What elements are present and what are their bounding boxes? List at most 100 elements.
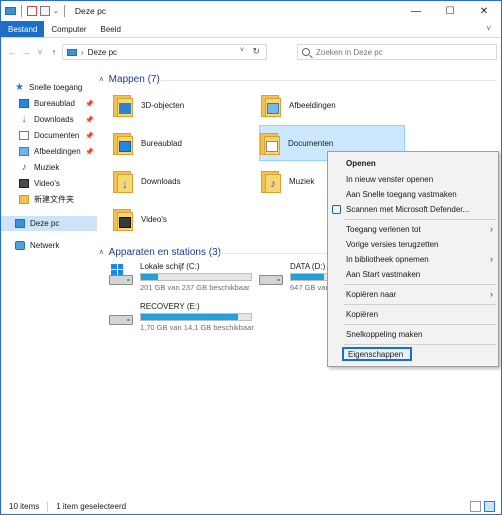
expand-ribbon-icon[interactable]: ˅ [486,24,491,33]
menu-item-label: Aan Snelle toegang vastmaken [346,189,457,199]
breadcrumb-chevron-icon[interactable]: › [81,48,84,57]
menu-item-label: Openen [346,158,376,168]
sidebar-item-new-folder[interactable]: 新建文件夹 [1,192,97,207]
up-button[interactable]: ↑ [47,47,61,57]
folder-downloads[interactable]: ↓ Downloads [113,163,253,199]
back-button[interactable]: ← [5,47,19,57]
defender-shield-icon [332,204,341,214]
breadcrumb-this-pc[interactable]: Deze pc [88,48,117,57]
menu-item-label: Kopiëren naar [346,289,397,299]
drive-free-space: 647 GB van [290,283,329,292]
folder-label: 3D-objecten [141,100,185,110]
status-bar: 10 items 1 item geselecteerd [1,498,501,514]
collapse-chevron-icon[interactable]: ˄ [99,248,104,257]
music-folder-icon: ♪ [261,168,283,194]
folder-desktop[interactable]: Bureaublad [113,125,253,161]
drive-icon [259,271,283,287]
menu-item-label: In bibliotheek opnemen [346,254,429,264]
view-switcher [470,501,495,512]
address-dropdown-icon[interactable]: ˅ [240,47,244,54]
folder-videos[interactable]: Video's [113,201,253,237]
this-pc-icon [5,7,16,15]
search-box[interactable] [297,44,497,60]
desktop-icon [19,99,29,108]
folders-group-header[interactable]: ˄ Mappen (7) [99,74,160,85]
tab-view[interactable]: Beeld [93,21,127,37]
menu-separator [344,284,496,285]
refresh-icon[interactable]: ↻ [252,46,260,57]
search-input[interactable] [316,47,486,57]
drive-icon [109,311,133,327]
drive-name: Lokale schijf (C:) [140,262,200,271]
ribbon-tabs: Bestand Computer Beeld ˅ [1,21,501,38]
menu-item-label: Aan Start vastmaken [346,269,421,279]
tab-file[interactable]: Bestand [1,21,45,37]
videos-folder-icon [113,206,135,232]
customize-toolbar-dropdown[interactable]: ⌄ [53,7,59,15]
sidebar-item-quick-access[interactable]: ★ Snelle toegang [1,80,97,95]
menu-item-copy[interactable]: Kopiëren [328,307,498,321]
menu-item-pin-start[interactable]: Aan Start vastmaken [328,267,498,281]
properties-icon[interactable] [27,6,37,16]
close-button[interactable]: ✕ [467,1,501,21]
drives-heading: Apparaten en stations (3) [108,247,221,258]
folder-pictures[interactable]: Afbeeldingen [261,87,401,123]
sidebar-item-pictures[interactable]: Afbeeldingen 📌 [1,144,97,159]
menu-item-scan-defender[interactable]: Scannen met Microsoft Defender... [328,202,498,216]
tiles-view-icon[interactable] [484,501,495,512]
menu-item-pin-quick-access[interactable]: Aan Snelle toegang vastmaken [328,187,498,201]
3d-objects-icon [113,92,135,118]
drive-name: RECOVERY (E:) [140,302,200,311]
recent-locations-button[interactable]: ˅ [33,47,47,57]
forward-button[interactable]: → [19,47,33,57]
address-bar[interactable]: › Deze pc ˅ ↻ [62,44,267,60]
video-icon [19,179,29,188]
sidebar-item-videos[interactable]: Video's [1,176,97,191]
window-controls: — ☐ ✕ [399,1,501,21]
pictures-folder-icon [261,92,283,118]
toolbar-divider [21,5,22,17]
sidebar-item-documents[interactable]: Documenten 📌 [1,128,97,143]
sidebar-item-network[interactable]: Netwerk [1,238,97,253]
drive-name: DATA (D:) [290,262,326,271]
maximize-button[interactable]: ☐ [433,1,467,21]
tab-computer[interactable]: Computer [44,21,93,37]
menu-item-include-library[interactable]: In bibliotheek opnemen › [328,252,498,266]
explorer-window: ⌄ Deze pc — ☐ ✕ Bestand Computer Beeld ˅… [0,0,502,515]
quick-access-toolbar: ⌄ [1,5,67,17]
pictures-icon [19,147,29,156]
details-view-icon[interactable] [470,501,481,512]
folder-3d-objects[interactable]: 3D-objecten [113,87,253,123]
drive-free-space: 201 GB van 237 GB beschikbaar [140,283,250,292]
drives-group-header[interactable]: ˄ Apparaten en stations (3) [99,247,221,258]
new-folder-icon[interactable] [40,6,50,16]
menu-separator [344,324,496,325]
sidebar-item-label: Snelle toegang [29,83,83,92]
group-divider [161,80,497,81]
menu-item-label: Kopiëren [346,309,379,319]
sidebar-item-music[interactable]: ♪ Muziek [1,160,97,175]
menu-item-open-new-window[interactable]: In nieuw venster openen [328,172,498,186]
minimize-button[interactable]: — [399,1,433,21]
drive-e[interactable]: RECOVERY (E:) 1,70 GB van 14,1 GB beschi… [109,302,259,338]
folder-label: Afbeeldingen [289,100,336,110]
menu-item-restore-versions[interactable]: Vorige versies terugzetten [328,237,498,251]
menu-item-properties[interactable]: Eigenschappen [342,347,412,361]
menu-item-create-shortcut[interactable]: Snelkoppeling maken [328,327,498,341]
toolbar-divider [63,5,65,17]
menu-item-copy-to[interactable]: Kopiëren naar › [328,287,498,301]
drive-d[interactable]: DATA (D:) 647 GB van [259,262,329,298]
menu-separator [344,219,496,220]
drive-c[interactable]: Lokale schijf (C:) 201 GB van 237 GB bes… [109,262,259,298]
window-title: Deze pc [74,6,107,16]
sidebar-item-this-pc[interactable]: Deze pc [1,216,97,231]
sidebar-item-downloads[interactable]: ↓ Downloads 📌 [1,112,97,127]
pin-icon: 📌 [85,100,94,108]
menu-item-open[interactable]: Openen [328,156,498,170]
menu-item-give-access[interactable]: Toegang verlenen tot › [328,222,498,236]
this-pc-icon [67,48,77,56]
menu-item-label: Toegang verlenen tot [346,224,421,234]
sidebar-item-desktop[interactable]: Bureaublad 📌 [1,96,97,111]
collapse-chevron-icon[interactable]: ˄ [99,75,104,84]
folder-music[interactable]: ♪ Muziek [261,163,321,199]
